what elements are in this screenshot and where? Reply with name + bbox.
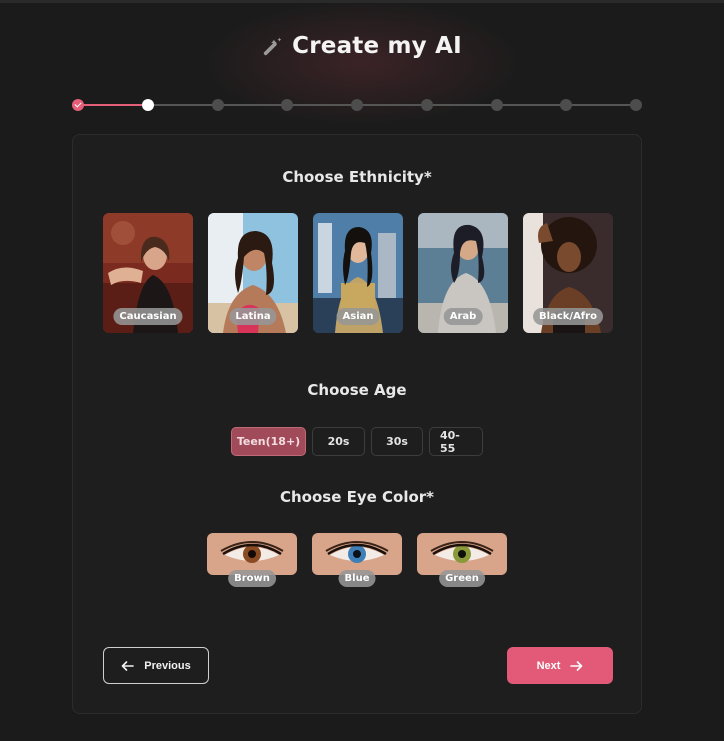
arrow-left-icon bbox=[121, 660, 135, 671]
eye-color-label: Blue bbox=[338, 570, 376, 587]
next-button[interactable]: Next bbox=[507, 647, 613, 684]
magic-wand-icon bbox=[263, 37, 282, 56]
eye-color-title: Choose Eye Color* bbox=[279, 488, 435, 506]
step-6-dot bbox=[420, 99, 433, 111]
ethnicity-label: Arab bbox=[443, 308, 483, 325]
ethnicity-option-latina[interactable]: Latina bbox=[208, 213, 298, 333]
form-card: Choose Ethnicity* Caucasian Latina Asian… bbox=[72, 134, 642, 714]
previous-button-label: Previous bbox=[144, 659, 191, 672]
step-1-dot bbox=[72, 99, 84, 111]
ethnicity-option-asian[interactable]: Asian bbox=[313, 213, 403, 333]
progress-stepper bbox=[72, 98, 642, 112]
ethnicity-label: Black/Afro bbox=[533, 308, 603, 325]
age-title: Choose Age bbox=[307, 381, 407, 399]
step-8-dot bbox=[560, 99, 573, 111]
arrow-right-icon bbox=[570, 660, 583, 671]
ethnicity-label: Asian bbox=[336, 308, 380, 325]
create-ai-page: Create my AI Choose Ethnicity* Caucasian… bbox=[0, 0, 724, 741]
ethnicity-option-arab[interactable]: Arab bbox=[418, 213, 508, 333]
step-3-dot bbox=[211, 99, 224, 111]
brown-eye-image bbox=[207, 533, 297, 575]
step-2-dot bbox=[141, 99, 154, 111]
green-eye-image bbox=[417, 533, 507, 575]
age-option-20s[interactable]: 20s bbox=[312, 427, 365, 456]
age-option-teen[interactable]: Teen(18+) bbox=[231, 427, 306, 456]
step-9-dot bbox=[630, 99, 642, 111]
next-button-label: Next bbox=[536, 659, 561, 672]
ethnicity-title: Choose Ethnicity* bbox=[282, 168, 432, 186]
ethnicity-option-caucasian[interactable]: Caucasian bbox=[103, 213, 193, 333]
step-4-dot bbox=[281, 99, 294, 111]
step-5-dot bbox=[351, 99, 363, 111]
step-7-dot bbox=[490, 99, 503, 111]
ethnicity-option-black-afro[interactable]: Black/Afro bbox=[523, 213, 613, 333]
ethnicity-options: Caucasian Latina Asian Arab Black/Afro bbox=[103, 213, 613, 333]
page-header: Create my AI bbox=[0, 33, 724, 59]
blue-eye-image bbox=[312, 533, 402, 575]
age-options: Teen(18+) 20s 30s 40-55 bbox=[73, 427, 641, 456]
stepper-track-progress bbox=[78, 104, 147, 106]
eye-option-brown[interactable]: Brown bbox=[207, 533, 297, 587]
age-option-30s[interactable]: 30s bbox=[371, 427, 423, 456]
eye-option-green[interactable]: Green bbox=[417, 533, 507, 587]
ethnicity-label: Latina bbox=[229, 308, 277, 325]
eye-color-label: Brown bbox=[228, 570, 276, 587]
eye-option-blue[interactable]: Blue bbox=[312, 533, 402, 587]
eye-color-label: Green bbox=[439, 570, 485, 587]
page-title: Create my AI bbox=[292, 33, 462, 59]
ethnicity-label: Caucasian bbox=[113, 308, 183, 325]
previous-button[interactable]: Previous bbox=[103, 647, 209, 684]
age-option-40-55[interactable]: 40-55 bbox=[429, 427, 483, 456]
eye-color-options: Brown Blue Green bbox=[207, 533, 507, 587]
